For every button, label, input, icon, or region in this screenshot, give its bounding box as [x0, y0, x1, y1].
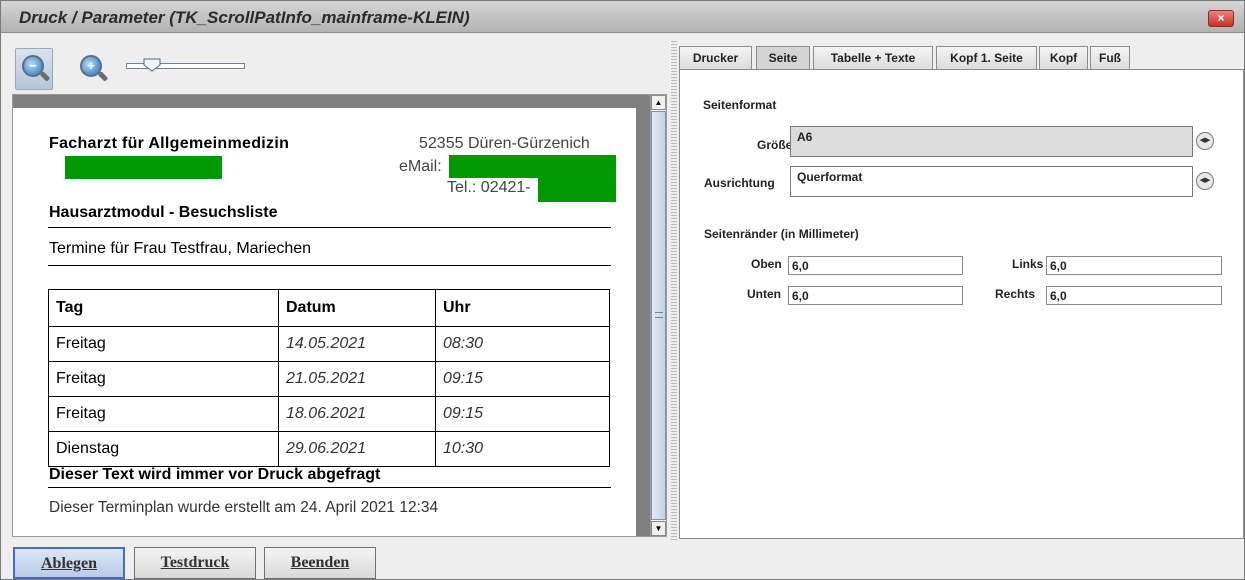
scroll-thumb[interactable] — [651, 111, 666, 520]
cell-date: 14.05.2021 — [278, 326, 436, 362]
zoom-out-button[interactable]: − — [15, 48, 53, 90]
cell-date: 21.05.2021 — [278, 361, 436, 397]
table-header-row: Tag Datum Uhr — [48, 289, 610, 327]
preview-scrollbar[interactable]: ▲ ▼ — [650, 95, 666, 536]
size-select[interactable]: A6 — [790, 126, 1193, 157]
zoom-toolbar: − + — [12, 48, 672, 93]
exit-label: Beenden — [290, 554, 350, 571]
cell-date: 29.06.2021 — [278, 431, 436, 467]
redacted-name — [65, 156, 222, 179]
redacted-phone — [538, 177, 616, 202]
patient-line: Termine für Frau Testfrau, Mariechen — [49, 240, 312, 257]
right-margin-label: Rechts — [995, 287, 1036, 301]
tab-drucker[interactable]: Drucker — [679, 46, 752, 69]
split-pane-divider[interactable] — [671, 41, 677, 541]
cell-time: 09:15 — [435, 396, 610, 432]
tab-fuss[interactable]: Fuß — [1090, 46, 1130, 69]
cell-day: Dienstag — [48, 431, 279, 467]
cell-time: 09:15 — [435, 361, 610, 397]
column-header: Datum — [278, 289, 436, 327]
scroll-up-icon[interactable]: ▲ — [651, 95, 666, 110]
table-row: Dienstag 29.06.2021 10:30 — [48, 431, 610, 467]
window-title: Druck / Parameter (TK_ScrollPatInfo_main… — [19, 8, 470, 27]
divider-line — [48, 265, 611, 266]
tab-kopf-erste-seite[interactable]: Kopf 1. Seite — [936, 46, 1037, 69]
cell-day: Freitag — [48, 361, 279, 397]
doctor-title: Facharzt für Allgemeinmedizin — [49, 135, 290, 152]
print-parameter-window: Druck / Parameter (TK_ScrollPatInfo_main… — [0, 0, 1245, 580]
test-print-button[interactable]: Testdruck — [134, 547, 256, 579]
page-settings-panel: Seitenformat Größe A6 ◀▶ Ausrichtung Que… — [679, 69, 1244, 539]
column-header: Tag — [48, 289, 279, 327]
scroll-down-icon[interactable]: ▼ — [651, 521, 666, 536]
close-icon[interactable]: × — [1208, 10, 1234, 27]
zoom-in-button[interactable]: + — [73, 48, 111, 90]
cell-day: Freitag — [48, 396, 279, 432]
zoom-out-handle — [39, 71, 51, 82]
divider-line — [48, 487, 611, 488]
test-print-label: Testdruck — [160, 554, 230, 571]
top-margin-label: Oben — [751, 257, 782, 271]
table-row: Freitag 21.05.2021 09:15 — [48, 361, 610, 397]
bottom-margin-input[interactable]: 6,0 — [788, 286, 963, 305]
address-city: 52355 Düren-Gürzenich — [419, 135, 590, 152]
cell-day: Freitag — [48, 326, 279, 362]
cell-date: 18.06.2021 — [278, 396, 436, 432]
save-button[interactable]: Ablegen — [13, 547, 125, 579]
bottom-margin-label: Unten — [747, 287, 781, 301]
tel-label: Tel.: 02421- — [447, 179, 531, 196]
orientation-select[interactable]: Querformat — [790, 166, 1193, 197]
column-header: Uhr — [435, 289, 610, 327]
cell-time: 10:30 — [435, 431, 610, 467]
zoom-in-handle — [97, 71, 109, 82]
size-label: Größe — [757, 138, 793, 152]
exit-button[interactable]: Beenden — [264, 547, 376, 579]
cell-time: 08:30 — [435, 326, 610, 362]
table-row: Freitag 18.06.2021 09:15 — [48, 396, 610, 432]
title-bar[interactable]: Druck / Parameter (TK_ScrollPatInfo_main… — [1, 1, 1244, 33]
divider-line — [48, 227, 611, 228]
table-row: Freitag 14.05.2021 08:30 — [48, 326, 610, 362]
left-margin-input[interactable]: 6,0 — [1046, 256, 1222, 275]
appointments-table: Tag Datum Uhr Freitag 14.05.2021 08:30 F… — [48, 289, 610, 467]
redacted-email — [449, 155, 616, 178]
size-spinner-icon[interactable]: ◀▶ — [1196, 132, 1214, 150]
zoom-slider-thumb[interactable] — [143, 58, 161, 72]
query-text: Dieser Text wird immer vor Druck abgefra… — [49, 466, 381, 483]
save-button-label: Ablegen — [41, 555, 97, 572]
section-margins: Seitenränder (in Millimeter) — [704, 227, 859, 241]
left-margin-label: Links — [1012, 257, 1044, 271]
tab-kopf[interactable]: Kopf — [1039, 46, 1088, 69]
module-title: Hausarztmodul - Besuchsliste — [49, 204, 278, 221]
email-label: eMail: — [399, 158, 442, 175]
section-page-format: Seitenformat — [703, 98, 777, 112]
right-margin-input[interactable]: 6,0 — [1046, 286, 1222, 305]
orientation-label: Ausrichtung — [704, 176, 775, 190]
grip-icon — [655, 312, 663, 318]
top-margin-input[interactable]: 6,0 — [788, 256, 963, 275]
footer-text: Dieser Terminplan wurde erstellt am 24. … — [49, 499, 439, 516]
tab-tabelle-texte[interactable]: Tabelle + Texte — [813, 46, 933, 69]
preview-page: Facharzt für Allgemeinmedizin 52355 Düre… — [13, 108, 636, 536]
tab-seite[interactable]: Seite — [756, 46, 810, 70]
print-preview: Facharzt für Allgemeinmedizin 52355 Düre… — [12, 94, 667, 537]
orientation-spinner-icon[interactable]: ◀▶ — [1196, 172, 1214, 190]
